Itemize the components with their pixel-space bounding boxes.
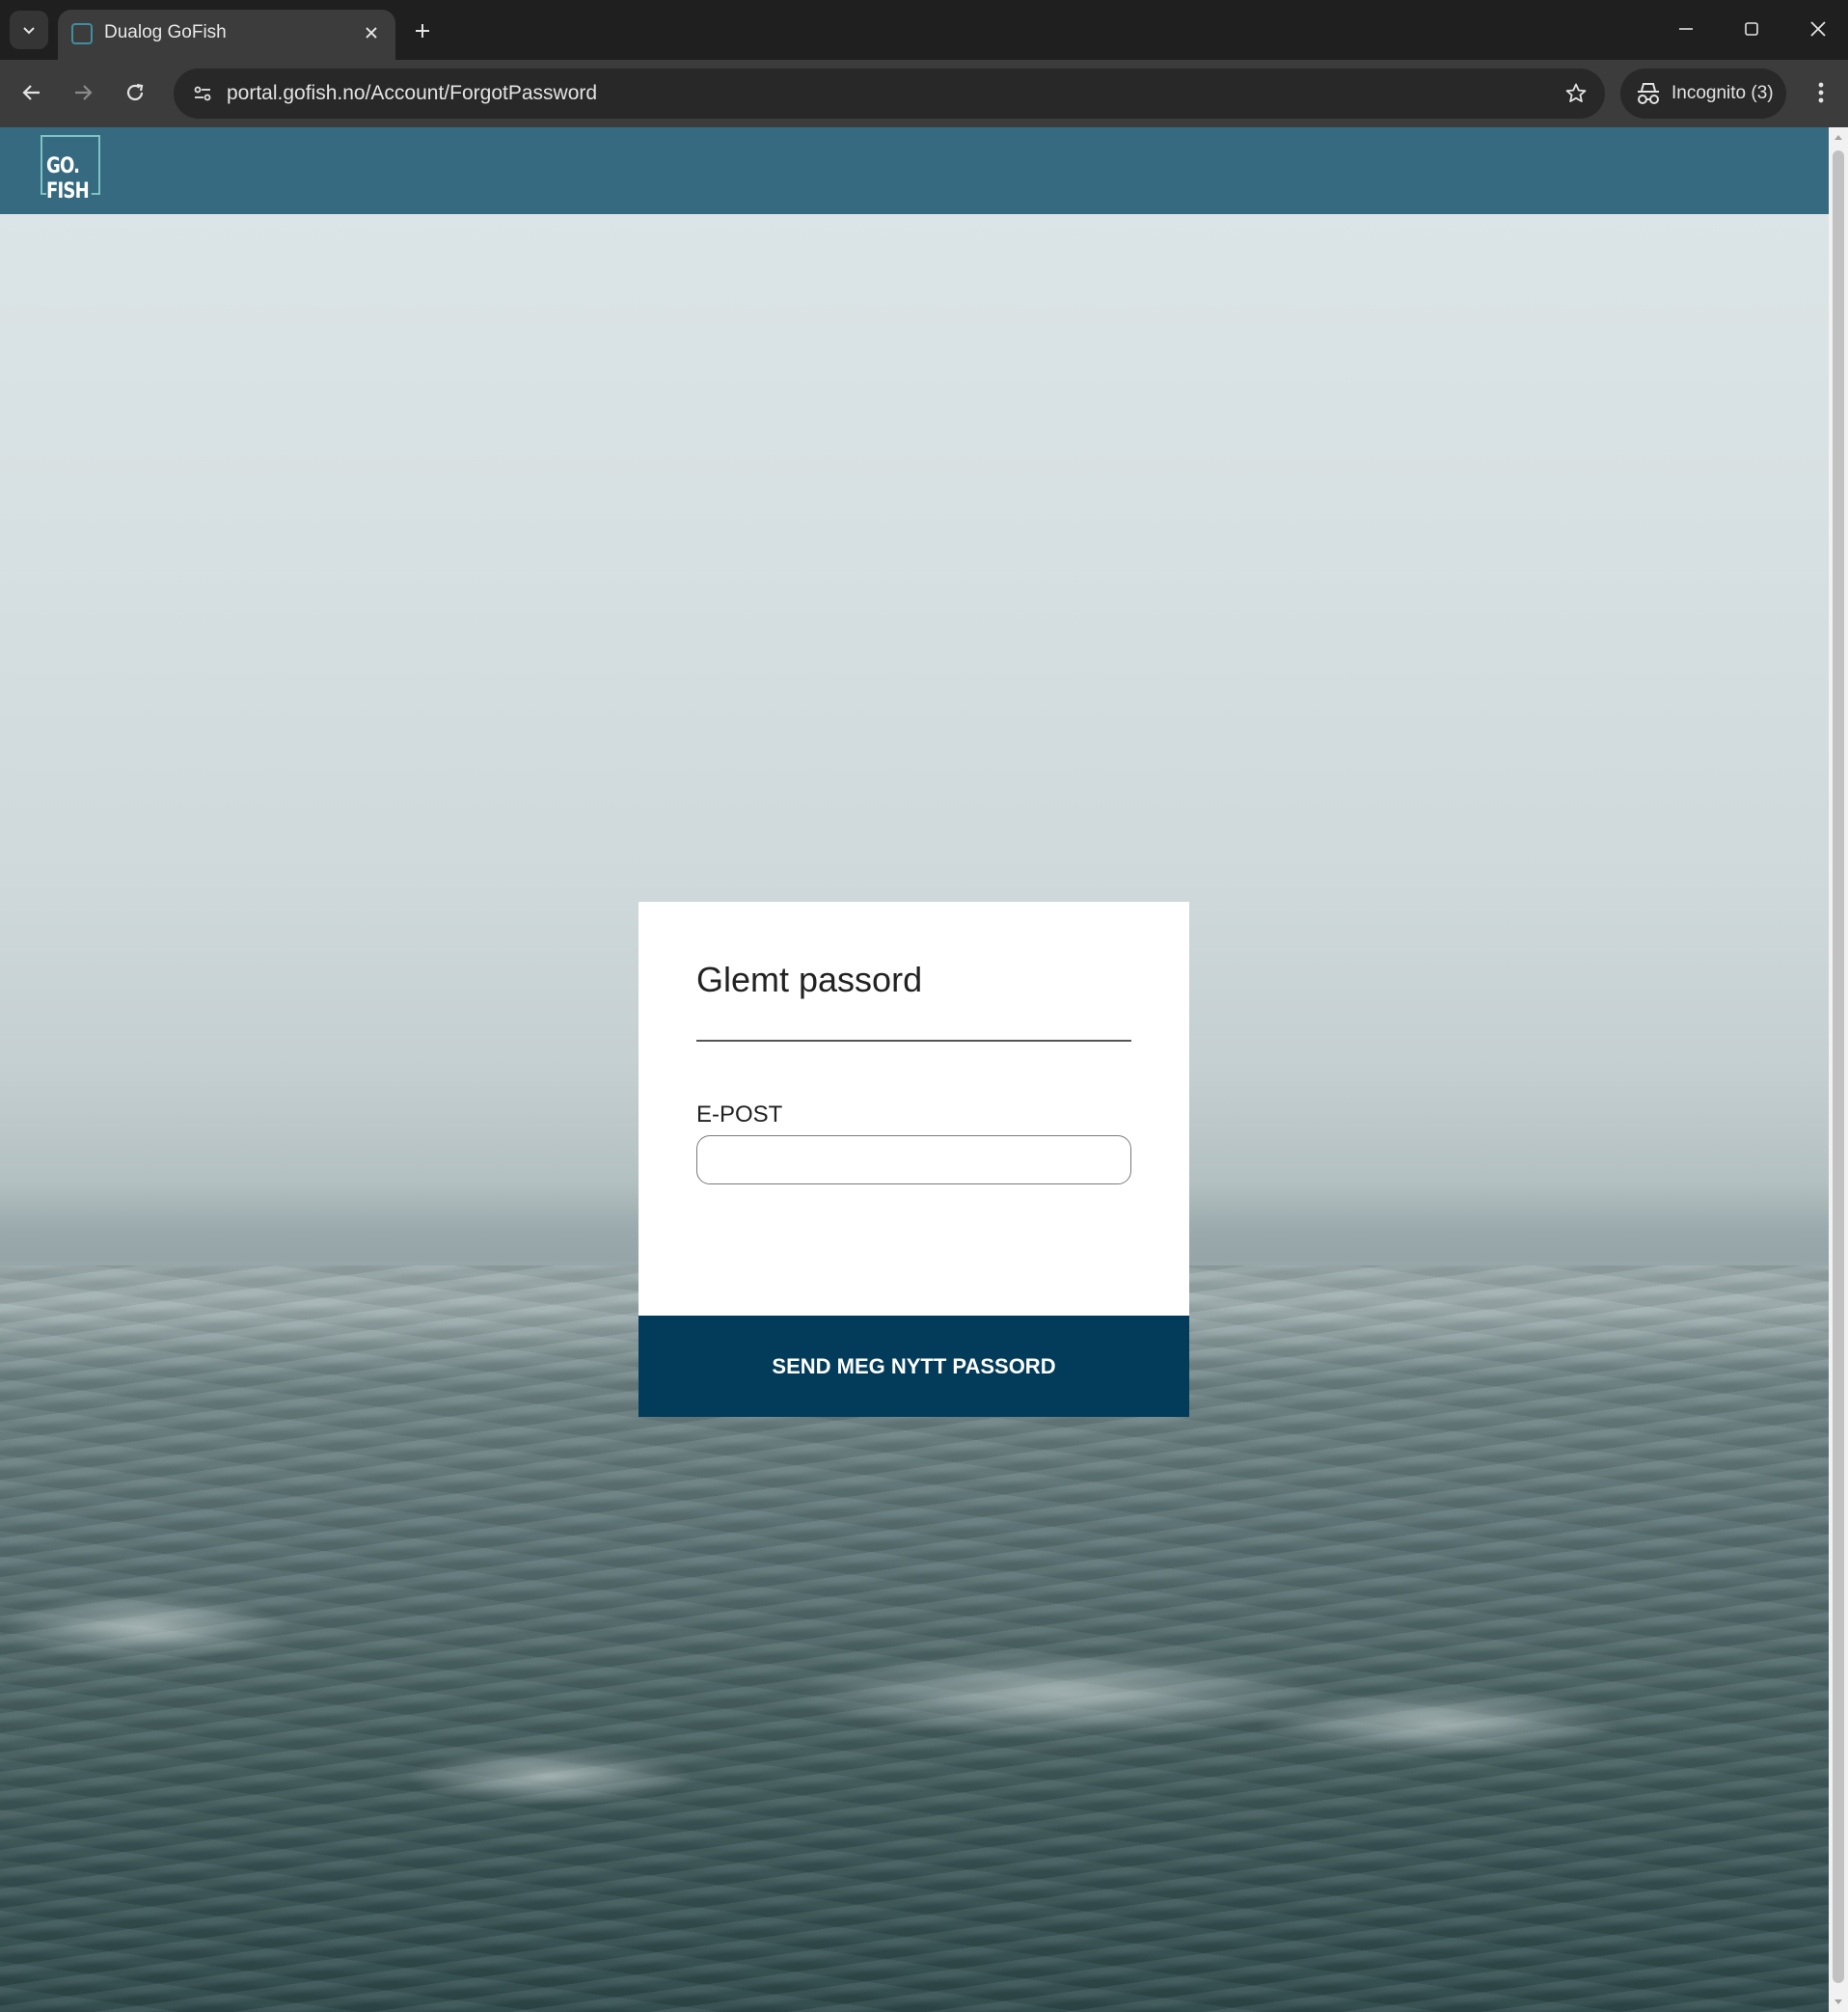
back-button[interactable] — [13, 73, 51, 112]
logo-line-go: GO. — [46, 154, 80, 178]
triangle-up-icon — [1834, 135, 1842, 140]
browser-toolbar: portal.gofish.no/Account/ForgotPassword … — [0, 60, 1848, 127]
incognito-label: Incognito (3) — [1671, 83, 1774, 103]
new-tab-button[interactable] — [405, 14, 440, 48]
tune-icon — [194, 86, 211, 101]
page-viewport: GO. FISH Glemt passord E-POST SEND MEG N… — [0, 127, 1829, 2012]
scroll-up-button[interactable] — [1829, 127, 1848, 147]
logo-line-fish: FISH — [46, 179, 93, 204]
scrollbar-thumb[interactable] — [1833, 150, 1844, 1983]
incognito-indicator[interactable]: Incognito (3) — [1620, 68, 1786, 119]
browser-chrome: Dualog GoFish portal.gofish.no/Account/F… — [0, 0, 1848, 127]
triangle-down-icon — [1834, 1999, 1842, 2004]
incognito-icon — [1638, 83, 1659, 104]
app-header: GO. FISH — [0, 127, 1829, 214]
address-bar[interactable]: portal.gofish.no/Account/ForgotPassword — [174, 68, 1605, 119]
maximize-button[interactable] — [1723, 8, 1780, 50]
email-label: E-POST — [696, 1101, 783, 1128]
tab-close-button[interactable] — [357, 18, 386, 47]
bookmark-button[interactable] — [1561, 78, 1591, 109]
background-foam — [791, 1651, 1331, 1738]
arrow-right-icon — [75, 85, 93, 100]
gofish-logo[interactable]: GO. FISH — [41, 135, 102, 204]
forward-button[interactable] — [64, 73, 102, 112]
send-new-password-button[interactable]: SEND MEG NYTT PASSORD — [639, 1316, 1189, 1417]
tab-strip: Dualog GoFish — [0, 0, 1848, 60]
email-field[interactable] — [696, 1135, 1131, 1184]
star-icon — [1565, 83, 1587, 102]
maximize-icon — [1745, 22, 1758, 36]
forgot-password-card: Glemt passord E-POST SEND MEG NYTT PASSO… — [639, 902, 1189, 1417]
arrow-left-icon — [22, 85, 40, 100]
logo-text: GO. FISH — [46, 154, 93, 204]
close-icon — [366, 27, 377, 39]
reload-icon — [126, 83, 144, 101]
reload-button[interactable] — [116, 73, 154, 112]
background-foam — [0, 1593, 289, 1661]
close-window-button[interactable] — [1789, 8, 1847, 50]
gofish-favicon-icon — [71, 23, 93, 44]
plus-icon — [416, 24, 429, 38]
chevron-down-icon — [23, 27, 35, 35]
site-info-button[interactable] — [185, 76, 220, 111]
minimize-button[interactable] — [1657, 8, 1715, 50]
browser-menu-button[interactable] — [1804, 73, 1838, 112]
page-scrollbar[interactable] — [1829, 127, 1848, 2012]
title-divider — [696, 1040, 1131, 1042]
tab-title: Dualog GoFish — [104, 22, 227, 42]
tab-search-button[interactable] — [10, 11, 48, 49]
background-foam — [1254, 1690, 1620, 1757]
minimize-icon — [1679, 28, 1693, 30]
page-title: Glemt passord — [696, 960, 923, 999]
background-foam — [405, 1748, 694, 1806]
kebab-menu-icon — [1818, 82, 1824, 103]
close-icon — [1810, 21, 1826, 37]
scroll-down-button[interactable] — [1829, 1993, 1848, 2012]
url-text: portal.gofish.no/Account/ForgotPassword — [227, 82, 598, 104]
browser-tab[interactable]: Dualog GoFish — [58, 10, 395, 60]
